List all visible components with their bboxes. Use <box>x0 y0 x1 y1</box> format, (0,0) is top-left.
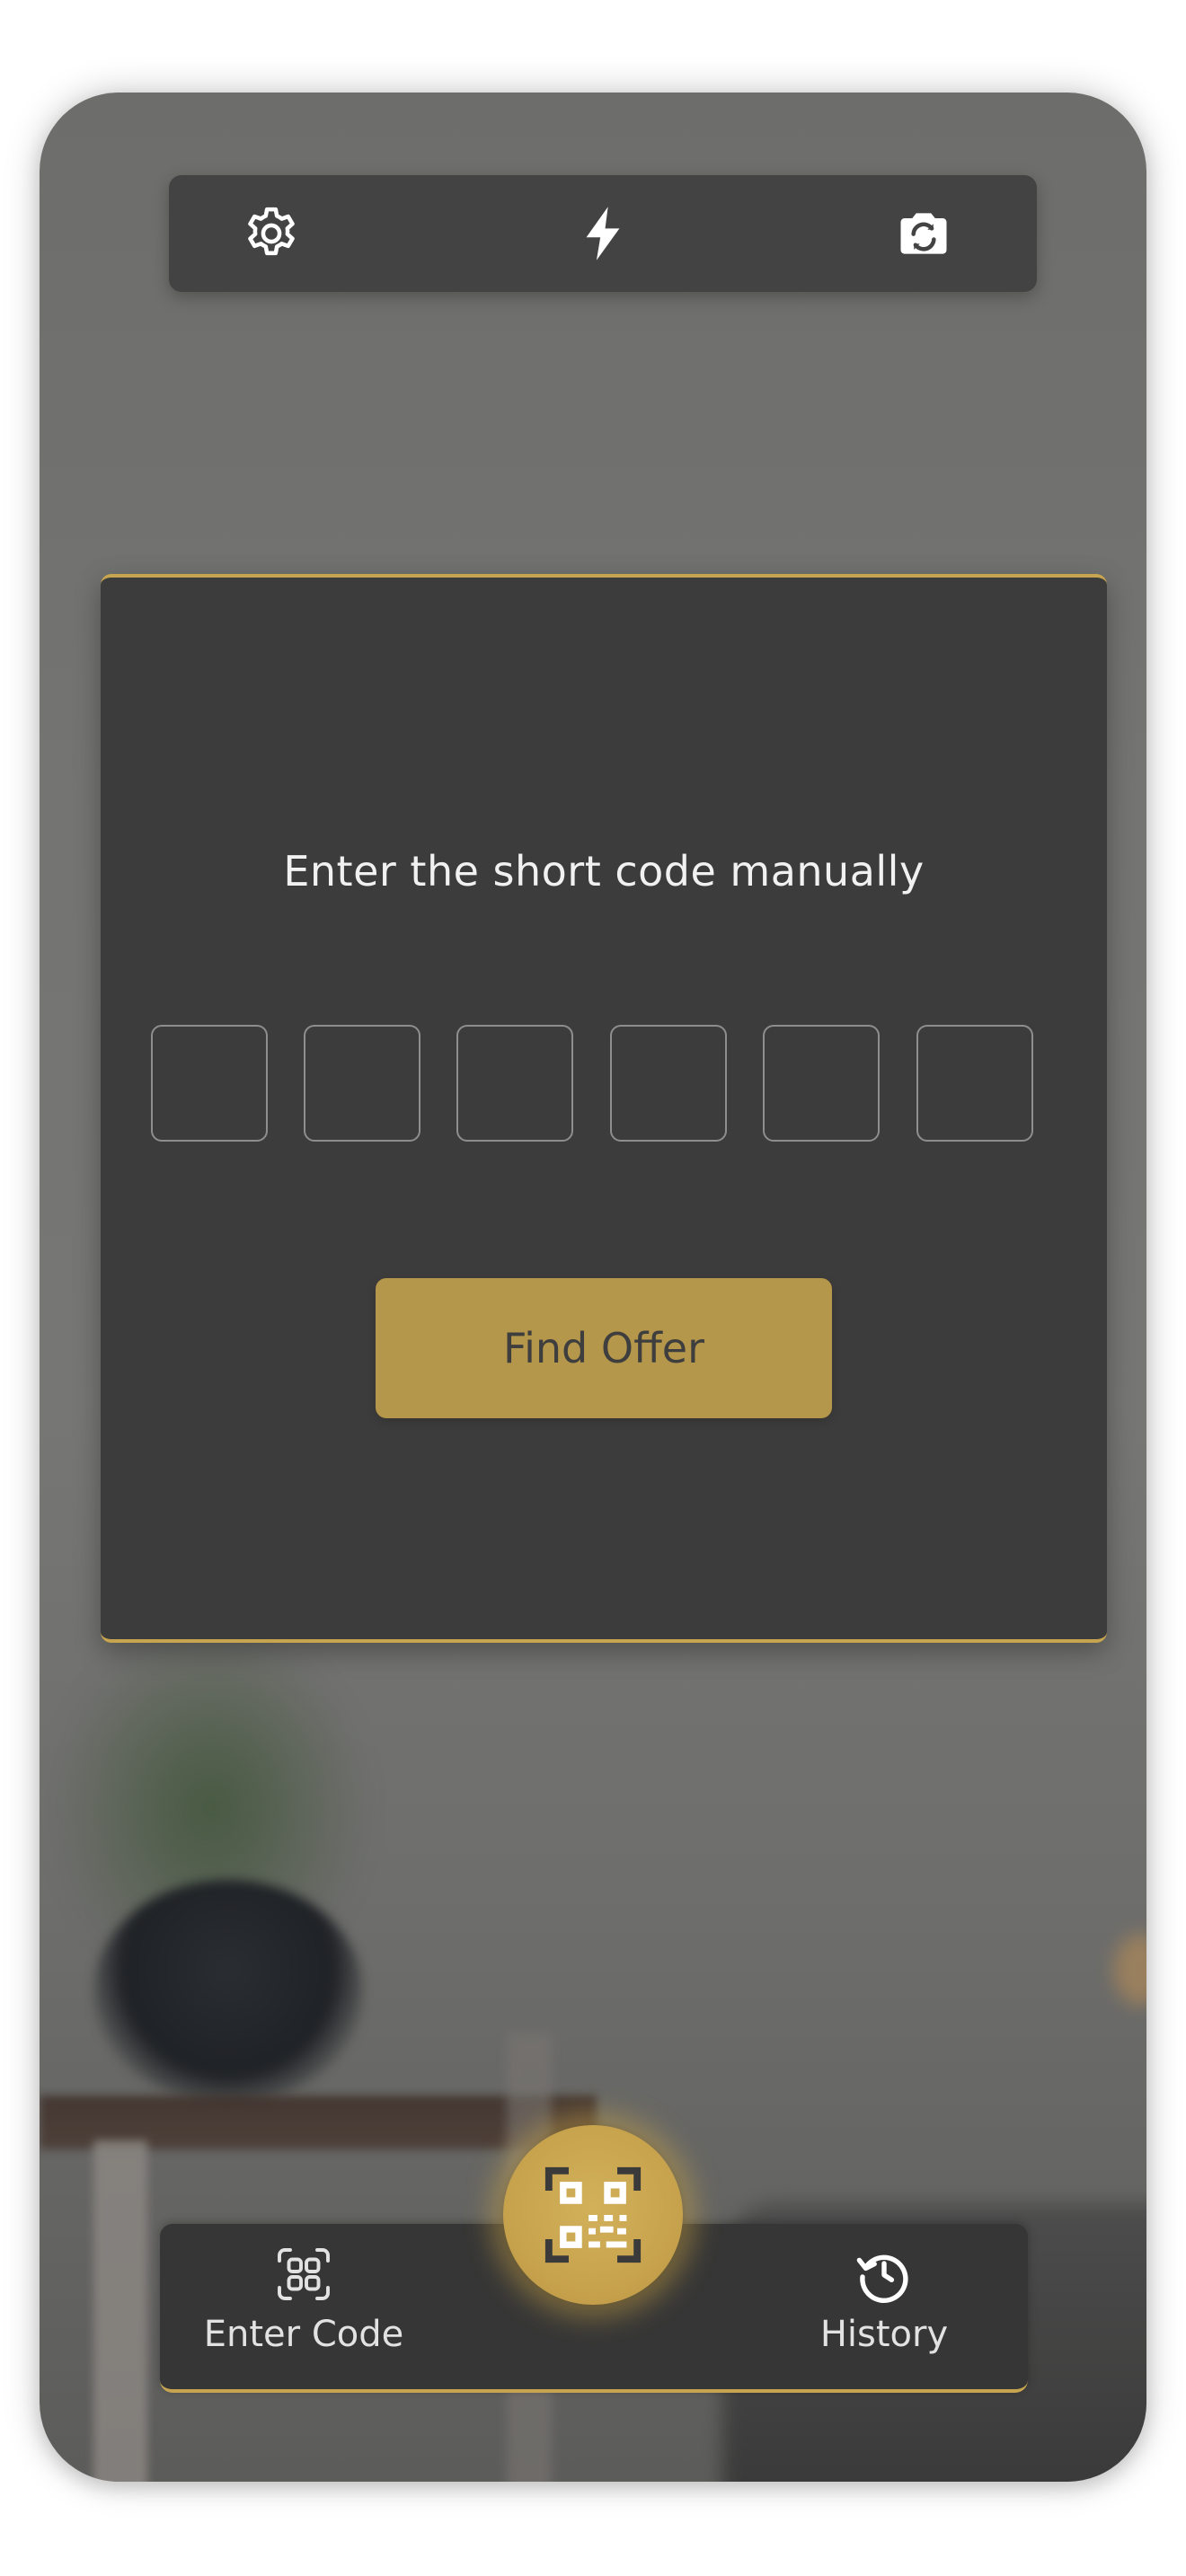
enter-code-icon <box>278 2248 330 2300</box>
manual-code-prompt: Enter the short code manually <box>283 847 925 895</box>
code-input-row <box>151 1025 1058 1143</box>
background-plant <box>49 1619 372 1997</box>
background-table-leg <box>93 2140 147 2482</box>
background-table <box>40 2095 597 2149</box>
code-digit-input-5[interactable] <box>763 1025 880 1142</box>
flash-button[interactable] <box>567 198 639 269</box>
background-object <box>1113 1934 1146 2006</box>
scan-qr-button[interactable] <box>503 2125 683 2305</box>
history-icon <box>856 2254 908 2304</box>
nav-history[interactable]: History <box>767 2242 1001 2386</box>
camera-switch-icon <box>900 213 947 254</box>
code-digit-input-6[interactable] <box>916 1025 1033 1142</box>
find-offer-button[interactable]: Find Offer <box>376 1278 832 1418</box>
background-pot <box>93 1880 363 2104</box>
code-digit-input-2[interactable] <box>304 1025 420 1142</box>
settings-button[interactable] <box>235 198 307 269</box>
gear-icon <box>248 207 295 256</box>
flash-icon <box>586 207 620 260</box>
code-digit-input-1[interactable] <box>151 1025 268 1142</box>
switch-camera-button[interactable] <box>888 198 960 269</box>
nav-enter-code[interactable]: Enter Code <box>187 2242 420 2386</box>
qr-scan-icon <box>544 2166 642 2263</box>
nav-enter-code-label: Enter Code <box>203 2314 404 2355</box>
code-digit-input-3[interactable] <box>456 1025 573 1142</box>
manual-code-card: Enter the short code manually Find Offer <box>101 574 1107 1643</box>
code-digit-input-4[interactable] <box>610 1025 727 1142</box>
camera-toolbar <box>169 175 1037 292</box>
phone-frame: Enter the short code manually Find Offer <box>40 93 1146 2482</box>
nav-history-label: History <box>819 2314 949 2355</box>
